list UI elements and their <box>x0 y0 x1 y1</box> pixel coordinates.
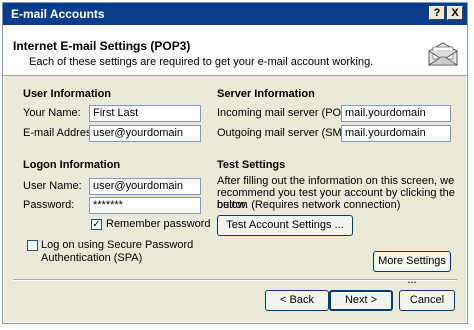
test-settings-heading: Test Settings <box>217 159 286 171</box>
user-info-heading: User Information <box>23 88 112 100</box>
incoming-server-input[interactable]: mail.yourdomain <box>341 105 451 122</box>
user-name-label: User Name: <box>23 180 82 192</box>
next-button[interactable]: Next > <box>329 290 393 311</box>
test-settings-desc-line1: After filling out the information on thi… <box>217 175 455 187</box>
title-bar: E-mail Accounts ? X <box>3 3 467 25</box>
email-accounts-dialog: E-mail Accounts ? X Internet E-mail Sett… <box>2 2 468 324</box>
close-button[interactable]: X <box>447 6 463 20</box>
incoming-server-label: Incoming mail server (POP3): <box>217 107 362 119</box>
test-settings-desc-line3: below. (Requires network connection) <box>217 199 401 211</box>
header-title: Internet E-mail Settings (POP3) <box>13 39 191 53</box>
spa-label-line2: Authentication (SPA) <box>41 252 143 264</box>
separator <box>13 279 457 281</box>
header-subtitle: Each of these settings are required to g… <box>29 56 374 68</box>
spa-label-line1: Log on using Secure Password <box>41 239 194 251</box>
back-button[interactable]: < Back <box>265 290 329 311</box>
user-name-input[interactable]: user@yourdomain <box>89 178 201 195</box>
outgoing-server-input[interactable]: mail.yourdomain <box>341 125 451 142</box>
email-address-input[interactable]: user@yourdomain <box>89 125 201 142</box>
window-title: E-mail Accounts <box>11 7 105 21</box>
logon-info-heading: Logon Information <box>23 159 121 171</box>
password-input[interactable]: ******* <box>89 197 201 214</box>
cancel-button[interactable]: Cancel <box>399 290 455 311</box>
remember-password-label: Remember password <box>106 218 211 230</box>
server-info-heading: Server Information <box>217 88 315 100</box>
your-name-input[interactable]: First Last <box>89 105 201 122</box>
remember-password-checkbox[interactable]: ✓ <box>91 219 102 230</box>
spa-checkbox[interactable] <box>27 240 38 251</box>
password-label: Password: <box>23 199 75 211</box>
mail-envelope-icon <box>427 42 459 66</box>
your-name-label: Your Name: <box>23 107 81 119</box>
test-account-settings-button[interactable]: Test Account Settings ... <box>217 215 353 236</box>
header-panel: Internet E-mail Settings (POP3) Each of … <box>3 25 467 76</box>
help-button[interactable]: ? <box>429 6 445 20</box>
more-settings-button[interactable]: More Settings ... <box>373 251 451 286</box>
